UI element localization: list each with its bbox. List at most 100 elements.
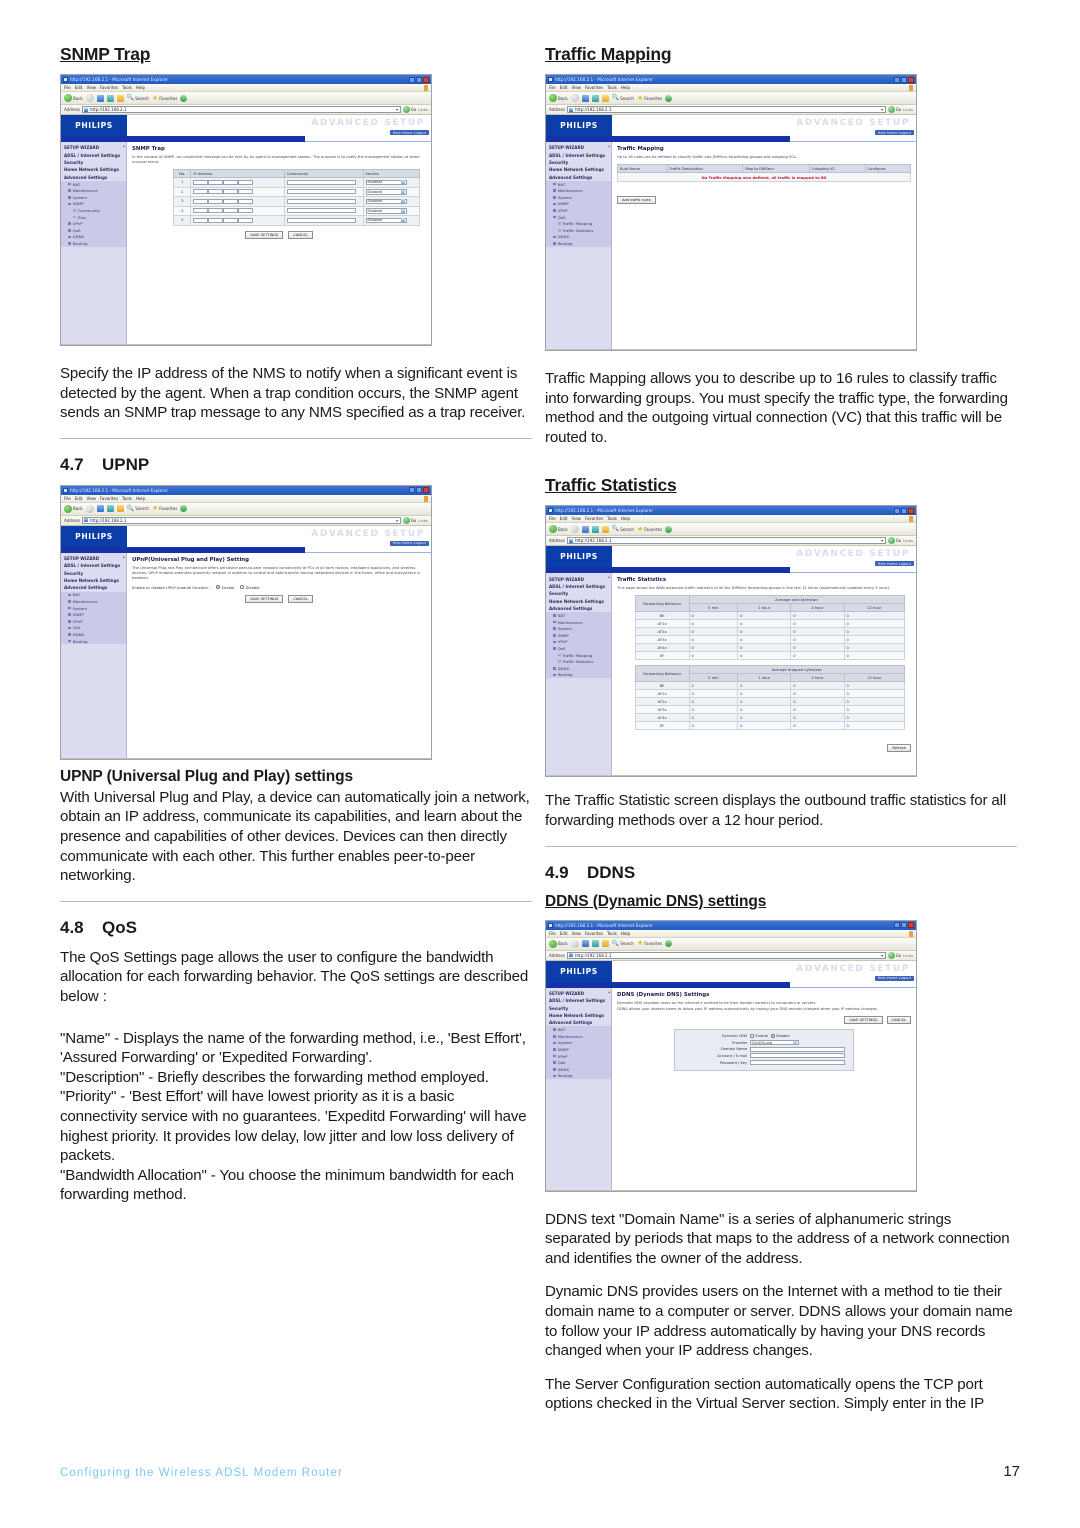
window-controls[interactable]: [409, 76, 429, 83]
chevron-down-icon[interactable]: ▾: [396, 518, 398, 523]
sidebar-item-ddns[interactable]: DDNS: [546, 233, 611, 241]
sidebar-item-traffic-mapping[interactable]: Traffic Mapping: [546, 651, 611, 659]
help-home-logout-bar[interactable]: Help Home Logout: [874, 561, 914, 567]
sidebar-item-nat[interactable]: NAT: [546, 612, 611, 619]
menu-help[interactable]: Help: [621, 516, 630, 521]
scroll-up-icon[interactable]: ▴: [608, 574, 610, 579]
sidebar-item-advanced-settings[interactable]: Advanced Settings: [546, 174, 611, 181]
sidebar-item-routing[interactable]: Routing: [61, 637, 126, 645]
close-icon[interactable]: [423, 76, 429, 83]
sidebar-item-security[interactable]: Security: [546, 1004, 611, 1011]
sidebar-item-home-network[interactable]: Home Network Settings: [61, 166, 126, 173]
sidebar-item-routing[interactable]: Routing: [546, 671, 611, 679]
maximize-icon[interactable]: [901, 922, 907, 929]
favorites-button[interactable]: ★ Favorites: [637, 940, 662, 947]
cell-version[interactable]: Disabled: [362, 186, 421, 197]
sidebar-item-setup-wizard[interactable]: SETUP WIZARD: [61, 555, 126, 562]
sidebar-item-maintenance[interactable]: Maintenance: [546, 187, 611, 195]
browser-menubar[interactable]: File Edit View Favorites Tools Help: [546, 929, 916, 938]
sidebar-item-routing[interactable]: Routing: [546, 240, 611, 247]
sidebar-item-system[interactable]: System: [546, 1039, 611, 1047]
window-controls[interactable]: [894, 76, 914, 83]
cancel-button[interactable]: CANCEL: [886, 1015, 911, 1024]
sidebar-item-adsl-internet[interactable]: ADSL / Internet Settings: [546, 583, 611, 590]
search-button[interactable]: 🔍 Search: [612, 526, 634, 532]
sidebar-item-snmp[interactable]: SNMP: [546, 200, 611, 208]
browser-menubar[interactable]: File Edit View Favorites Tools Help: [61, 494, 431, 503]
sidebar-item-qos[interactable]: QoS: [546, 645, 611, 652]
cell-version[interactable]: Disabled: [362, 205, 421, 216]
help-home-logout-bar[interactable]: Help Home Logout: [874, 975, 914, 981]
home-icon[interactable]: [601, 94, 609, 102]
menu-file[interactable]: File: [549, 85, 556, 90]
menu-edit[interactable]: Edit: [560, 516, 568, 521]
sidebar-item-routing[interactable]: Routing: [546, 1072, 611, 1080]
save-settings-button[interactable]: SAVE SETTINGS: [245, 230, 284, 239]
help-home-logout-bar[interactable]: Help Home Logout: [389, 540, 429, 546]
sidebar-item-adsl-internet[interactable]: ADSL / Internet Settings: [546, 997, 611, 1004]
stop-icon[interactable]: [581, 525, 589, 533]
sidebar-item-security[interactable]: Security: [546, 590, 611, 597]
sidebar-item-traffic-statistics[interactable]: Traffic Statistics: [546, 658, 611, 665]
sidebar-item-maintenance[interactable]: Maintenance: [546, 618, 611, 626]
cell-ip[interactable]: [190, 215, 285, 226]
domain-control[interactable]: [750, 1046, 847, 1052]
sidebar-item-nat[interactable]: NAT: [546, 1026, 611, 1034]
links-label[interactable]: Links: [418, 518, 428, 523]
refresh-icon[interactable]: [591, 940, 599, 948]
cell-community[interactable]: [283, 177, 364, 188]
sidebar-item-advanced-settings[interactable]: Advanced Settings: [61, 174, 126, 181]
browser-toolbar[interactable]: Back 🔍 Search ★ Favorites: [546, 937, 916, 951]
favorites-button[interactable]: ★ Favorites: [637, 525, 662, 533]
sidebar-item-setup-wizard[interactable]: SETUP WIZARD: [61, 144, 126, 151]
scroll-up-icon[interactable]: ▴: [123, 143, 125, 148]
sidebar-item-community[interactable]: Community: [61, 207, 126, 214]
minimize-icon[interactable]: [409, 76, 415, 83]
browser-toolbar[interactable]: Back 🔍 Search ★ Favorites: [61, 502, 431, 516]
scroll-up-icon[interactable]: ▴: [608, 989, 610, 994]
media-icon[interactable]: [665, 525, 673, 533]
sidebar-item-home-network[interactable]: Home Network Settings: [546, 598, 611, 605]
sidebar-item-upnp[interactable]: UPnP: [61, 220, 126, 228]
browser-addressbar[interactable]: Address http://192.168.2.1 ▾ Go Links: [61, 105, 431, 115]
router-sidebar[interactable]: ▴ SETUP WIZARD ADSL / Internet Settings …: [61, 142, 127, 344]
sidebar-item-routing[interactable]: Routing: [61, 240, 126, 247]
sidebar-item-home-network[interactable]: Home Network Settings: [546, 1012, 611, 1019]
sidebar-item-system[interactable]: System: [546, 194, 611, 201]
address-input[interactable]: http://192.168.2.1 ▾: [566, 537, 886, 545]
stop-icon[interactable]: [96, 94, 104, 102]
menu-edit[interactable]: Edit: [560, 931, 568, 936]
go-button[interactable]: Go: [887, 537, 901, 545]
search-button[interactable]: 🔍 Search: [127, 505, 149, 512]
home-icon[interactable]: [116, 94, 124, 102]
refresh-button[interactable]: Refresh: [887, 744, 911, 753]
menu-tools[interactable]: Tools: [607, 931, 617, 936]
sidebar-item-snmp[interactable]: SNMP: [546, 1046, 611, 1053]
sidebar-item-setup-wizard[interactable]: SETUP WIZARD: [546, 990, 611, 997]
maximize-icon[interactable]: [901, 507, 907, 514]
router-sidebar[interactable]: ▴ SETUP WIZARD ADSL / Internet Settings …: [546, 987, 612, 1190]
sidebar-item-ddns[interactable]: DDNS: [546, 1066, 611, 1073]
sidebar-item-traffic-statistics[interactable]: Traffic Statistics: [546, 227, 611, 234]
forward-icon[interactable]: [570, 94, 579, 102]
cell-ip[interactable]: [190, 177, 285, 188]
refresh-icon[interactable]: [106, 505, 114, 513]
browser-addressbar[interactable]: Address http://192.168.2.1 ▾ Go Links: [546, 950, 916, 961]
browser-addressbar[interactable]: Address http://192.168.2.1 ▾ Go Links: [61, 515, 431, 526]
menu-view[interactable]: View: [86, 85, 96, 90]
close-icon[interactable]: [908, 507, 914, 514]
chevron-down-icon[interactable]: ▾: [881, 107, 883, 112]
cell-community[interactable]: [283, 196, 364, 207]
sidebar-item-snmp[interactable]: SNMP: [61, 200, 126, 208]
browser-toolbar[interactable]: Back 🔍 Search ★ Favorites: [61, 92, 431, 105]
menu-favorites[interactable]: Favorites: [585, 516, 603, 521]
minimize-icon[interactable]: [409, 487, 415, 494]
menu-help[interactable]: Help: [621, 931, 630, 936]
forward-icon[interactable]: [85, 94, 94, 102]
save-settings-button[interactable]: SAVE SETTINGS: [245, 594, 284, 603]
menu-tools[interactable]: Tools: [607, 85, 617, 90]
back-button[interactable]: Back: [549, 525, 568, 534]
close-icon[interactable]: [908, 76, 914, 83]
maximize-icon[interactable]: [416, 76, 422, 83]
minimize-icon[interactable]: [894, 922, 900, 929]
